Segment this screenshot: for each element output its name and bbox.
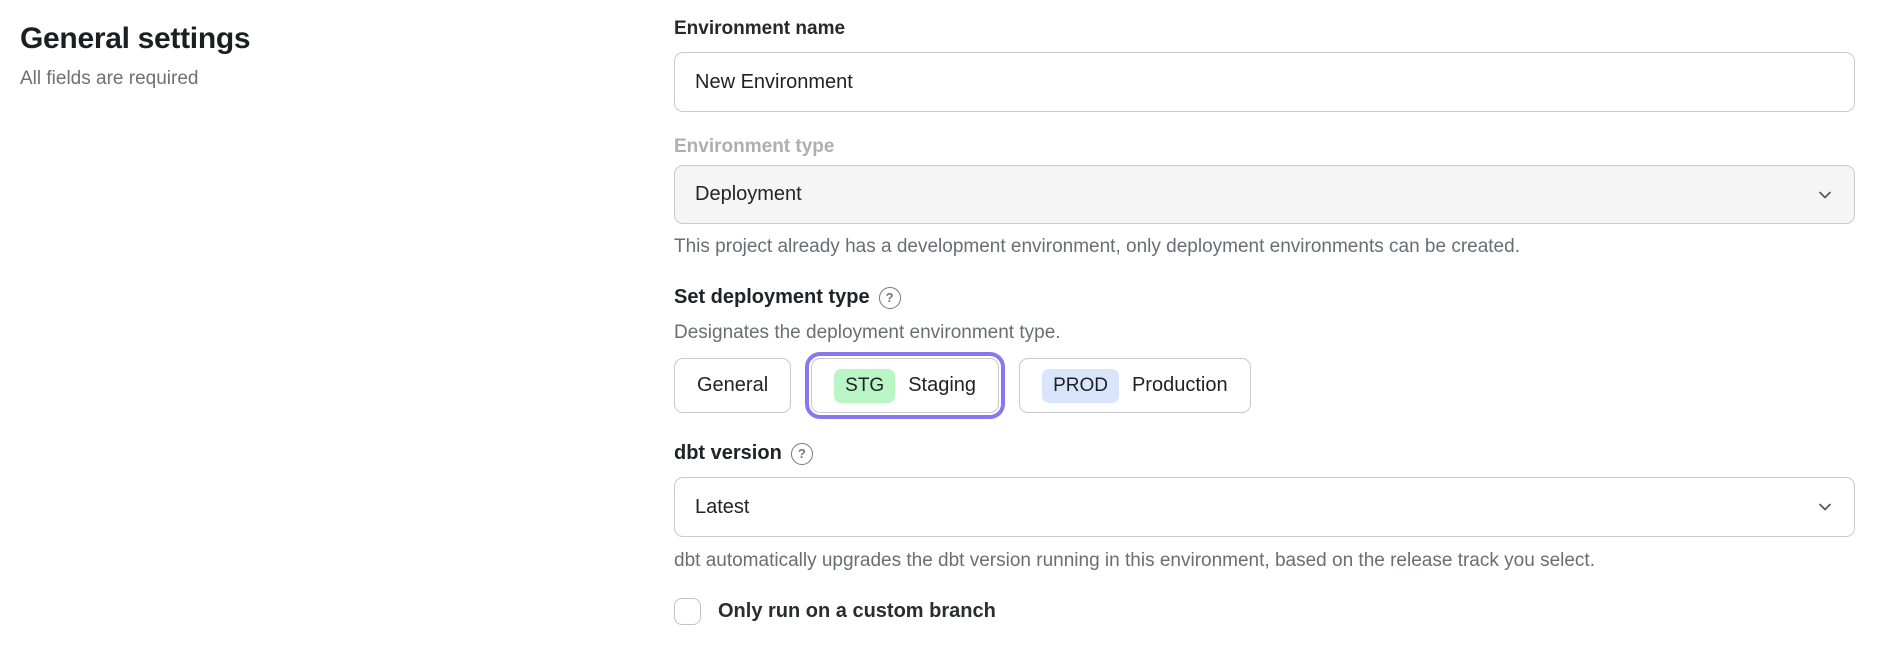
- deployment-type-option-label: General: [697, 374, 768, 397]
- deployment-type-option-label: Staging: [908, 374, 976, 397]
- chevron-down-icon: [1816, 186, 1834, 204]
- custom-branch-checkbox[interactable]: [674, 598, 701, 625]
- dbt-version-select[interactable]: Latest: [674, 477, 1855, 537]
- help-question-icon[interactable]: ?: [879, 287, 901, 309]
- dbt-version-value: Latest: [695, 496, 749, 519]
- deployment-type-options: General STG Staging PROD Production: [674, 358, 1855, 413]
- deployment-type-option-staging[interactable]: STG Staging: [811, 358, 999, 413]
- page-subtitle: All fields are required: [20, 66, 580, 92]
- environment-type-label: Environment type: [674, 134, 1855, 160]
- general-settings-form: Environment name Environment type Deploy…: [674, 0, 1855, 625]
- deployment-type-heading: Set deployment type ?: [674, 284, 1855, 311]
- dbt-version-heading: dbt version ?: [674, 440, 1855, 467]
- deployment-type-option-general[interactable]: General: [674, 358, 791, 413]
- environment-type-value: Deployment: [695, 183, 802, 206]
- dbt-version-heading-text: dbt version: [674, 440, 782, 467]
- deployment-type-option-production[interactable]: PROD Production: [1019, 358, 1251, 413]
- environment-name-label: Environment name: [674, 16, 1855, 42]
- custom-branch-label[interactable]: Only run on a custom branch: [718, 600, 996, 623]
- chevron-down-icon: [1816, 498, 1834, 516]
- deployment-type-option-label: Production: [1132, 374, 1228, 397]
- environment-name-input[interactable]: [674, 52, 1855, 112]
- page-header: General settings All fields are required: [20, 20, 580, 92]
- help-question-icon[interactable]: ?: [791, 443, 813, 465]
- page-title: General settings: [20, 20, 580, 58]
- custom-branch-row: Only run on a custom branch: [674, 598, 1855, 625]
- deployment-type-heading-text: Set deployment type: [674, 284, 870, 311]
- environment-type-select: Deployment: [674, 165, 1855, 224]
- production-badge: PROD: [1042, 369, 1119, 403]
- dbt-version-help: dbt automatically upgrades the dbt versi…: [674, 548, 1855, 574]
- staging-badge: STG: [834, 369, 895, 403]
- environment-type-help: This project already has a development e…: [674, 234, 1855, 260]
- deployment-type-description: Designates the deployment environment ty…: [674, 320, 1855, 346]
